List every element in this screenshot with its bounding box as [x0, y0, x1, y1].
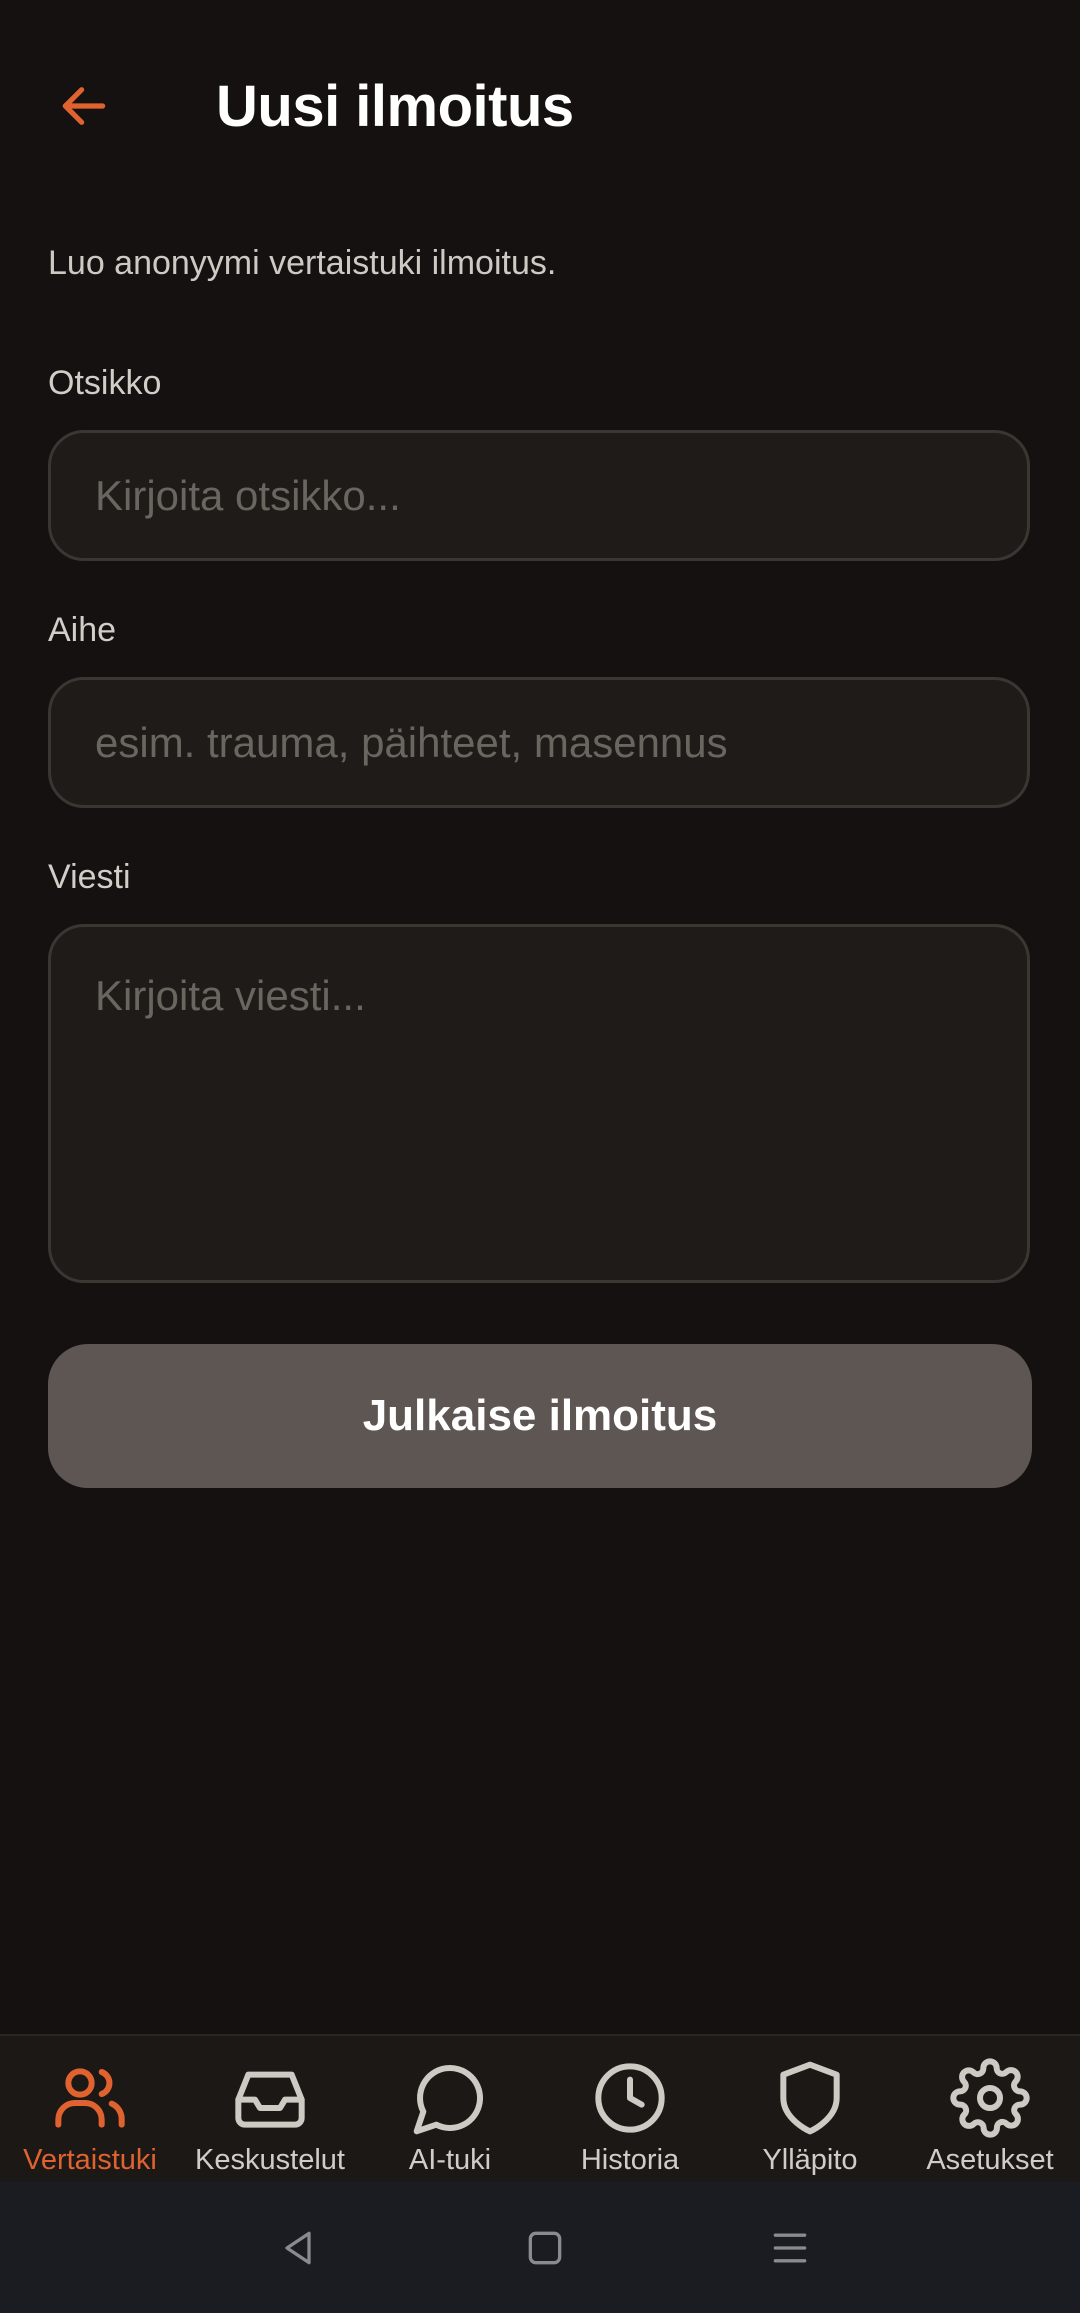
nav-label-keskustelut: Keskustelut	[195, 2144, 345, 2176]
publish-button[interactable]: Julkaise ilmoitus	[48, 1344, 1032, 1488]
topic-label: Aihe	[48, 611, 117, 649]
system-menu-button[interactable]	[760, 2218, 820, 2278]
nav-label-vertaistuki: Vertaistuki	[23, 2144, 157, 2176]
back-button[interactable]	[48, 70, 120, 142]
system-home-button[interactable]	[515, 2218, 575, 2278]
title-label: Otsikko	[48, 364, 162, 402]
nav-item-vertaistuki[interactable]: Vertaistuki	[0, 2036, 180, 2182]
nav-item-keskustelut[interactable]: Keskustelut	[180, 2036, 360, 2182]
square-home-icon	[528, 2231, 562, 2265]
nav-label-ai-tuki: AI-tuki	[408, 2144, 492, 2176]
title-input[interactable]	[48, 430, 1030, 561]
inbox-icon	[235, 2071, 305, 2128]
message-label: Viesti	[48, 858, 131, 896]
bottom-navigation: Vertaistuki Keskustelut AI-tuki Historia…	[0, 2034, 1080, 2182]
nav-label-historia: Historia	[580, 2144, 680, 2176]
nav-label-asetukset: Asetukset	[926, 2144, 1054, 2176]
system-back-button[interactable]	[268, 2218, 328, 2278]
system-navigation-bar	[0, 2182, 1080, 2313]
menu-lines-icon	[773, 2233, 807, 2263]
arrow-left-icon	[62, 87, 106, 125]
nav-item-asetukset[interactable]: Asetukset	[900, 2036, 1080, 2182]
users-icon	[55, 2068, 125, 2128]
gear-icon	[950, 2058, 1030, 2138]
shield-icon	[780, 2061, 840, 2135]
app-header: Uusi ilmoitus	[0, 0, 1080, 215]
clock-icon	[595, 2063, 665, 2133]
nav-label-yllapito: Ylläpito	[762, 2144, 858, 2176]
topic-input[interactable]	[48, 677, 1030, 808]
page-title: Uusi ilmoitus	[216, 74, 574, 139]
nav-item-ai-tuki[interactable]: AI-tuki	[360, 2036, 540, 2182]
triangle-back-icon	[285, 2231, 311, 2265]
message-textarea[interactable]	[48, 924, 1030, 1283]
nav-item-historia[interactable]: Historia	[540, 2036, 720, 2182]
form-intro: Luo anonyymi vertaistuki ilmoitus.	[48, 244, 557, 282]
new-post-screen: Uusi ilmoitus Luo anonyymi vertaistuki i…	[0, 0, 1080, 2313]
chat-bubble-icon	[413, 2065, 483, 2135]
nav-item-yllapito[interactable]: Ylläpito	[720, 2036, 900, 2182]
